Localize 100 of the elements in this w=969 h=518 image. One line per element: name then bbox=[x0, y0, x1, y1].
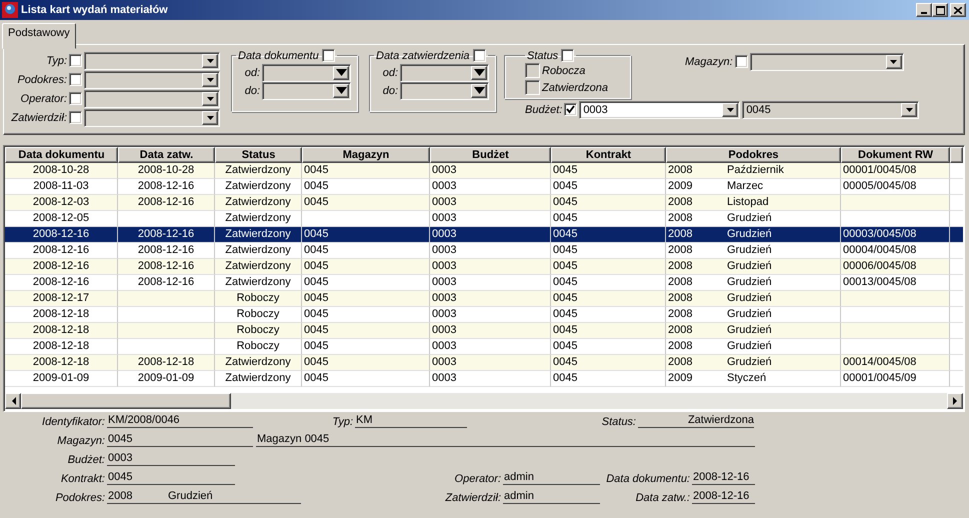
close-button[interactable] bbox=[950, 3, 966, 17]
table-cell: Zatwierdzony bbox=[215, 195, 302, 211]
field-label: do: bbox=[244, 84, 260, 96]
dropdown-field[interactable] bbox=[84, 108, 220, 126]
column-header[interactable]: Data zatw. bbox=[118, 147, 215, 163]
checkbox[interactable] bbox=[564, 103, 578, 116]
table-cell: 00004/0045/08 bbox=[841, 243, 950, 259]
dropdown-field[interactable] bbox=[400, 82, 489, 100]
table-cell: 0045 bbox=[551, 275, 666, 291]
dropdown-button[interactable] bbox=[202, 110, 218, 124]
checkbox[interactable] bbox=[69, 54, 82, 67]
maximize-button[interactable] bbox=[932, 3, 948, 17]
dropdown-button[interactable] bbox=[202, 92, 218, 106]
table-cell: 2008-12-17 bbox=[5, 291, 118, 307]
dropdown-button[interactable] bbox=[471, 84, 487, 98]
column-header[interactable]: Budżet bbox=[430, 147, 551, 163]
table-cell: 0003 bbox=[430, 227, 551, 243]
filter-label: Budżet: bbox=[525, 104, 562, 116]
field-label: od: bbox=[244, 66, 260, 78]
table-cell: Zatwierdzony bbox=[215, 243, 302, 259]
table-cell: 0003 bbox=[430, 195, 551, 211]
dropdown-field[interactable] bbox=[84, 90, 220, 108]
field-label: Podokres: bbox=[54, 492, 106, 504]
dropdown-field[interactable] bbox=[262, 82, 351, 100]
table-cell: 0045 bbox=[551, 307, 666, 323]
arrow-icon bbox=[10, 397, 16, 405]
checkbox[interactable] bbox=[69, 111, 82, 124]
caret-icon bbox=[206, 78, 214, 82]
filter-label: Zatwierdził: bbox=[10, 112, 67, 124]
field-label: Operator: bbox=[454, 473, 502, 485]
column-header[interactable]: Dokument RW bbox=[841, 147, 950, 163]
arrow-icon bbox=[952, 397, 958, 405]
table-cell: 2008-12-16 bbox=[118, 179, 215, 195]
column-header[interactable]: Data dokumentu bbox=[5, 147, 118, 163]
table-cell: Zatwierdzony bbox=[215, 275, 302, 291]
period-year: 2008 bbox=[668, 275, 694, 290]
scroll-left-button[interactable] bbox=[5, 393, 21, 409]
dropdown-button[interactable] bbox=[901, 102, 918, 116]
period-year: 2008 bbox=[668, 163, 694, 178]
caret-icon bbox=[206, 116, 214, 120]
table-cell: 0045 bbox=[551, 371, 666, 387]
scroll-right-button[interactable] bbox=[947, 393, 963, 409]
dropdown-field[interactable] bbox=[84, 52, 220, 70]
option-label: Robocza bbox=[542, 64, 586, 76]
dropdown-button[interactable] bbox=[202, 54, 218, 68]
column-header[interactable]: Magazyn bbox=[302, 147, 430, 163]
table-cell: Zatwierdzony bbox=[215, 355, 302, 371]
tab[interactable]: Podstawowy bbox=[2, 23, 76, 49]
table-cell: 2008-12-16 bbox=[5, 259, 118, 275]
table-cell: 2008-12-16 bbox=[5, 275, 118, 291]
dropdown-field[interactable] bbox=[84, 70, 220, 88]
checkbox[interactable] bbox=[472, 49, 486, 62]
caret-icon bbox=[206, 58, 214, 62]
dropdown-field[interactable] bbox=[750, 52, 904, 70]
dropdown-button[interactable] bbox=[722, 102, 738, 116]
group-title: Status bbox=[527, 50, 558, 62]
period-month: Grudzień bbox=[727, 355, 773, 370]
dropdown-field[interactable]: 0003 bbox=[579, 100, 740, 118]
group-title: Data zatwierdzenia bbox=[376, 50, 470, 62]
caret-icon bbox=[474, 87, 484, 94]
dropdown-button[interactable] bbox=[886, 54, 902, 68]
dropdown-button[interactable] bbox=[202, 72, 218, 86]
table-cell: Zatwierdzony bbox=[215, 179, 302, 195]
column-header[interactable]: Status bbox=[215, 147, 302, 163]
dropdown-button[interactable] bbox=[471, 66, 487, 80]
scrollbar-thumb[interactable] bbox=[21, 393, 231, 409]
checkbox[interactable] bbox=[734, 55, 748, 68]
period-year: 2008 bbox=[668, 291, 694, 306]
dropdown-field[interactable]: 0045 bbox=[742, 100, 920, 118]
table-cell: 0045 bbox=[302, 307, 430, 323]
table-cell: 0003 bbox=[430, 323, 551, 339]
table-cell: 0045 bbox=[302, 355, 430, 371]
dropdown-field[interactable] bbox=[400, 64, 489, 82]
dropdown-button[interactable] bbox=[333, 66, 349, 80]
table-cell: 00003/0045/08 bbox=[841, 227, 950, 243]
field-value: 2008-12-16 bbox=[692, 489, 755, 504]
checkbox[interactable] bbox=[69, 73, 82, 86]
caret-icon bbox=[906, 108, 913, 112]
table-cell: 0045 bbox=[551, 227, 666, 243]
column-header[interactable]: Podokres bbox=[666, 147, 841, 163]
maximize-icon bbox=[936, 6, 944, 14]
table-cell: 0003 bbox=[430, 371, 551, 387]
dropdown-button[interactable] bbox=[333, 84, 349, 98]
period-month: Listopad bbox=[727, 195, 770, 210]
table-cell: Roboczy bbox=[215, 291, 302, 307]
field-value: 2008 bbox=[108, 489, 134, 503]
checkbox[interactable] bbox=[322, 49, 335, 62]
period-month: Grudzień bbox=[727, 259, 773, 274]
minimize-button[interactable] bbox=[916, 3, 932, 17]
field-value: Magazyn 0045 bbox=[256, 432, 755, 447]
dropdown-field[interactable] bbox=[262, 64, 351, 82]
app-icon bbox=[2, 2, 18, 18]
field-label: Budżet: bbox=[66, 454, 106, 466]
column-header[interactable]: Kontrakt bbox=[551, 147, 666, 163]
table-cell: 2008-12-16 bbox=[118, 275, 215, 291]
checkbox[interactable] bbox=[69, 92, 82, 105]
period-year: 2008 bbox=[668, 195, 694, 210]
field-value: 0045 bbox=[107, 470, 235, 485]
table-cell: 00013/0045/08 bbox=[841, 275, 950, 291]
checkbox[interactable] bbox=[561, 49, 574, 62]
